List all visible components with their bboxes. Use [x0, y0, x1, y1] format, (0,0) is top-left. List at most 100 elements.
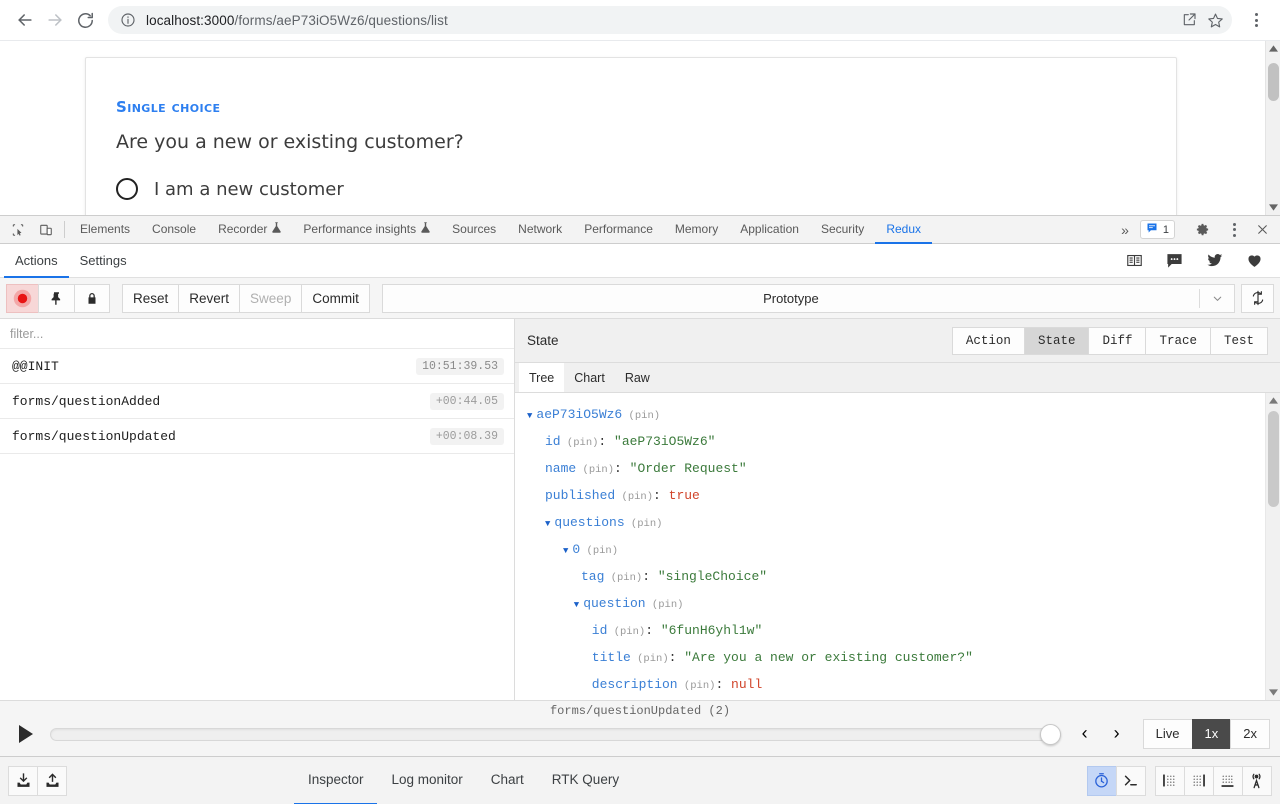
- tree-node[interactable]: title (pin): "Are you a new or existing …: [527, 645, 1280, 672]
- import-button[interactable]: [8, 765, 38, 796]
- chevron-down-icon[interactable]: [1200, 292, 1234, 305]
- tree-node[interactable]: description (pin): null: [527, 672, 1280, 699]
- tab-application[interactable]: Application: [729, 216, 810, 244]
- dispatcher-select[interactable]: Prototype: [381, 283, 1235, 313]
- prev-action-button[interactable]: ‹: [1069, 718, 1101, 750]
- tree-node[interactable]: ▼ 0 (pin): [527, 537, 1280, 564]
- device-toolbar-icon[interactable]: [32, 216, 60, 243]
- subtab-chart[interactable]: Chart: [564, 363, 615, 392]
- tree-node[interactable]: ▼ aeP73iO5Wz6 (pin): [527, 402, 1280, 429]
- page-scrollbar-thumb[interactable]: [1268, 63, 1279, 101]
- next-action-button[interactable]: ›: [1101, 718, 1133, 750]
- tree-pin-label[interactable]: (pin): [678, 680, 716, 692]
- view-tab-state[interactable]: State: [1023, 326, 1090, 355]
- subtab-raw[interactable]: Raw: [615, 363, 660, 392]
- sweep-button[interactable]: Sweep: [239, 283, 303, 313]
- tree-node[interactable]: id (pin): "aeP73iO5Wz6": [527, 429, 1280, 456]
- twitter-icon[interactable]: [1194, 244, 1234, 278]
- inspect-element-icon[interactable]: [4, 216, 32, 243]
- subtab-tree[interactable]: Tree: [519, 363, 565, 392]
- monitor-tab-rtk-query[interactable]: RTK Query: [538, 757, 633, 804]
- tab-console[interactable]: Console: [141, 216, 207, 244]
- tab-sources[interactable]: Sources: [441, 216, 507, 244]
- action-row[interactable]: forms/questionUpdated +00:08.39: [0, 419, 514, 454]
- issues-badge[interactable]: 1: [1139, 220, 1175, 239]
- tab-actions[interactable]: Actions: [4, 244, 69, 278]
- scroll-up-icon[interactable]: [1266, 393, 1280, 408]
- tab-redux[interactable]: Redux: [875, 216, 932, 244]
- action-row[interactable]: @@INIT 10:51:39.53: [0, 349, 514, 384]
- dock-bottom-icon[interactable]: [1212, 765, 1243, 796]
- monitor-tab-chart[interactable]: Chart: [477, 757, 538, 804]
- reset-button[interactable]: Reset: [122, 283, 180, 313]
- docs-icon[interactable]: [1114, 244, 1154, 278]
- tree-pin-label[interactable]: (pin): [576, 464, 615, 476]
- reload-button[interactable]: [70, 5, 100, 35]
- address-bar[interactable]: localhost:3000/forms/aeP73iO5Wz6/questio…: [108, 6, 1232, 34]
- dock-right-icon[interactable]: [1183, 765, 1214, 796]
- refresh-button[interactable]: [1241, 283, 1274, 313]
- chat-icon[interactable]: [1154, 244, 1194, 278]
- close-icon[interactable]: [1248, 223, 1276, 236]
- tree-pin-label[interactable]: (pin): [631, 653, 669, 665]
- tree-pin-label[interactable]: (pin): [625, 518, 663, 530]
- monitor-tab-inspector[interactable]: Inspector: [293, 757, 378, 804]
- playback-slider[interactable]: [50, 723, 1061, 745]
- forward-button[interactable]: [40, 5, 70, 35]
- view-tab-trace[interactable]: Trace: [1145, 326, 1211, 355]
- filter-input[interactable]: [10, 326, 504, 341]
- tab-performance-insights[interactable]: Performance insights: [292, 216, 441, 244]
- tree-pin-label[interactable]: (pin): [561, 437, 599, 449]
- tree-node[interactable]: tag (pin): "singleChoice": [527, 564, 1280, 591]
- tree-pin-label[interactable]: (pin): [646, 599, 684, 611]
- tree-node[interactable]: ▼ questions (pin): [527, 510, 1280, 537]
- scroll-up-icon[interactable]: [1266, 41, 1280, 56]
- tree-expand-icon[interactable]: ▼: [563, 546, 568, 556]
- tree-expand-icon[interactable]: ▼: [545, 519, 550, 529]
- tab-performance[interactable]: Performance: [573, 216, 664, 244]
- answer-option[interactable]: I am a new customer: [116, 178, 344, 200]
- scroll-down-icon[interactable]: [1266, 685, 1280, 700]
- devtools-menu-icon[interactable]: [1220, 216, 1248, 244]
- browser-menu-button[interactable]: [1242, 6, 1270, 34]
- page-scrollbar[interactable]: [1265, 41, 1280, 215]
- tree-node[interactable]: published (pin): true: [527, 483, 1280, 510]
- tree-pin-label[interactable]: (pin): [615, 491, 654, 503]
- view-tab-action[interactable]: Action: [951, 326, 1025, 355]
- state-tree-scrollbar[interactable]: [1265, 393, 1280, 700]
- commit-button[interactable]: Commit: [301, 283, 370, 313]
- tree-pin-label[interactable]: (pin): [604, 572, 643, 584]
- gear-icon[interactable]: [1188, 222, 1216, 237]
- site-info-icon[interactable]: [120, 12, 136, 28]
- tree-pin-label[interactable]: (pin): [622, 410, 661, 422]
- tab-security[interactable]: Security: [810, 216, 875, 244]
- revert-button[interactable]: Revert: [178, 283, 241, 313]
- view-tab-test[interactable]: Test: [1209, 326, 1268, 355]
- monitor-tab-log-monitor[interactable]: Log monitor: [377, 757, 476, 804]
- action-row[interactable]: forms/questionAdded +00:44.05: [0, 384, 514, 419]
- record-button[interactable]: [6, 283, 39, 313]
- tree-pin-label[interactable]: (pin): [607, 626, 646, 638]
- tab-recorder[interactable]: Recorder: [207, 216, 292, 244]
- tree-node[interactable]: name (pin): "Order Request": [527, 456, 1280, 483]
- tab-memory[interactable]: Memory: [664, 216, 729, 244]
- tree-node[interactable]: id (pin): "6funH6yhl1w": [527, 618, 1280, 645]
- more-tabs-icon[interactable]: »: [1114, 222, 1136, 238]
- slider-track[interactable]: [50, 727, 1061, 741]
- bookmark-star-icon[interactable]: [1202, 7, 1228, 33]
- play-button[interactable]: [10, 718, 42, 750]
- share-icon[interactable]: [1176, 7, 1202, 33]
- tree-expand-icon[interactable]: ▼: [527, 411, 532, 421]
- scroll-down-icon[interactable]: [1266, 200, 1280, 215]
- view-tab-diff[interactable]: Diff: [1088, 326, 1147, 355]
- tab-network[interactable]: Network: [507, 216, 573, 244]
- tree-pin-label[interactable]: (pin): [580, 545, 619, 557]
- back-button[interactable]: [10, 5, 40, 35]
- state-scrollbar-thumb[interactable]: [1268, 411, 1279, 507]
- tab-elements[interactable]: Elements: [69, 216, 141, 244]
- speed-live[interactable]: Live: [1142, 718, 1193, 749]
- speed-1x[interactable]: 1x: [1191, 718, 1232, 749]
- pin-button[interactable]: [38, 283, 75, 313]
- broadcast-icon[interactable]: [1241, 765, 1272, 796]
- speed-2x[interactable]: 2x: [1230, 718, 1270, 749]
